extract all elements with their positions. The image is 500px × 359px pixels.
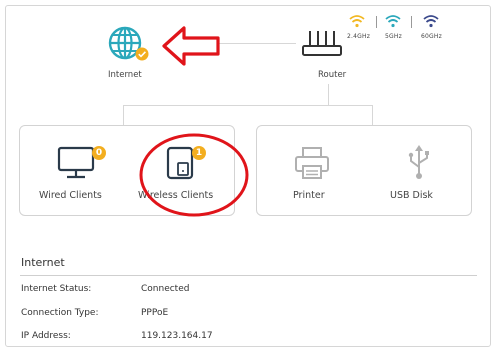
- usb-disk-item[interactable]: USB Disk: [369, 128, 469, 212]
- ip-address-value: 119.123.164.17: [141, 331, 213, 341]
- router-label: Router: [318, 70, 347, 80]
- internet-node[interactable]: Internet: [101, 23, 161, 85]
- wifi-band-24[interactable]: 2.4GHz: [344, 13, 374, 43]
- wired-count-badge: 0: [92, 146, 106, 160]
- wired-clients-label: Wired Clients: [39, 190, 102, 201]
- usb-disk-label: USB Disk: [390, 190, 433, 201]
- printer-label: Printer: [293, 190, 325, 201]
- wifi-icon: [423, 15, 439, 28]
- wifi-band-5[interactable]: 5GHz: [382, 13, 412, 43]
- printer-item[interactable]: Printer: [259, 128, 359, 212]
- wifi-icon: [349, 15, 365, 28]
- wired-clients-item[interactable]: 0 Wired Clients: [22, 128, 122, 212]
- internet-section-title: Internet: [21, 256, 65, 269]
- router-icon: [302, 31, 342, 56]
- bracket-top-line: [123, 105, 373, 106]
- internet-status-key: Internet Status:: [21, 284, 92, 294]
- band-divider: [376, 16, 377, 28]
- wifi-icon: [385, 15, 401, 28]
- band-label-60: 60GHz: [421, 33, 442, 40]
- section-divider: [20, 275, 477, 276]
- bracket-right-line: [372, 105, 373, 125]
- check-icon: [135, 47, 149, 61]
- router-down-line: [328, 84, 329, 106]
- band-divider: [411, 16, 412, 28]
- bracket-left-line: [123, 105, 124, 125]
- connection-type-value: PPPoE: [141, 308, 169, 318]
- band-label-24: 2.4GHz: [347, 33, 371, 40]
- internet-label: Internet: [108, 70, 142, 80]
- internet-status-value: Connected: [141, 284, 190, 294]
- band-label-5: 5GHz: [385, 33, 402, 40]
- wifi-band-60[interactable]: 60GHz: [416, 13, 450, 43]
- circle-annotation: [139, 133, 249, 217]
- monitor-icon: [57, 146, 95, 179]
- connection-type-key: Connection Type:: [21, 308, 99, 318]
- devices-card: Printer USB Disk: [256, 125, 472, 216]
- printer-icon: [295, 147, 329, 179]
- ip-address-key: IP Address:: [21, 331, 71, 341]
- usb-icon: [408, 145, 429, 179]
- arrow-annotation: [162, 26, 220, 66]
- network-map-panel: Internet Router 2.4GHz 5GHz 60GHz 0 Wire…: [5, 5, 491, 347]
